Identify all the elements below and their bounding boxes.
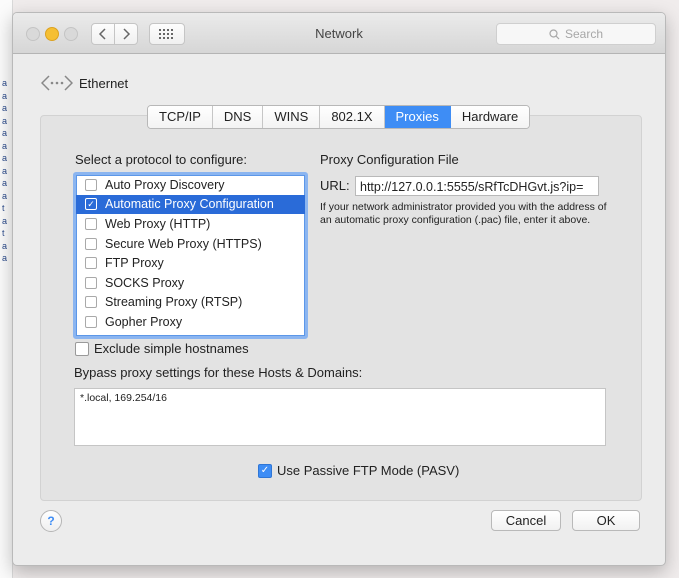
tab-hardware[interactable]: Hardware — [450, 106, 530, 128]
protocol-label: Auto Proxy Discovery — [105, 177, 225, 192]
protocol-checkbox[interactable]: ✓ — [85, 198, 97, 211]
protocol-checkbox[interactable] — [85, 217, 97, 230]
exclude-simple-checkbox[interactable] — [75, 341, 89, 356]
protocol-item[interactable]: Streaming Proxy (RTSP) — [76, 293, 305, 313]
desktop-fragment-text: a — [2, 240, 8, 251]
protocol-label: Automatic Proxy Configuration — [105, 197, 274, 212]
desktop-fragment-text: a — [2, 78, 8, 88]
titlebar: Network Search — [13, 13, 665, 54]
url-label: URL: — [320, 178, 350, 193]
protocol-item[interactable]: FTP Proxy — [76, 253, 305, 273]
desktop-fragment-text: a — [2, 215, 8, 226]
protocol-label: FTP Proxy — [105, 256, 164, 271]
network-preferences-window: Network Search Ethernet TCP/IP DNS WINS … — [12, 12, 666, 566]
search-input[interactable]: Search — [496, 23, 656, 45]
desktop-fragment-text: a — [2, 90, 8, 101]
tab-8021x[interactable]: 802.1X — [320, 106, 385, 128]
exclude-simple-label: Exclude simple hostnames — [94, 341, 249, 356]
protocol-item[interactable]: Secure Web Proxy (HTTPS) — [76, 234, 305, 254]
interface-header: Ethernet — [41, 74, 128, 92]
tab-bar: TCP/IP DNS WINS 802.1X Proxies Hardware — [147, 105, 531, 129]
protocol-checkbox[interactable] — [85, 276, 97, 289]
passive-ftp-row[interactable]: ✓ Use Passive FTP Mode (PASV) — [258, 463, 459, 478]
protocol-item[interactable]: Gopher Proxy — [76, 312, 305, 332]
url-field[interactable]: http://127.0.0.1:5555/sRfTcDHGvt.js?ip= — [355, 176, 599, 196]
tab-dns[interactable]: DNS — [212, 106, 264, 128]
exclude-simple-row[interactable]: Exclude simple hostnames — [75, 341, 249, 356]
tab-proxies[interactable]: Proxies — [384, 106, 451, 128]
desktop-fragment-text: a — [2, 165, 8, 176]
protocol-checkbox[interactable] — [85, 257, 97, 270]
desktop-fragment-text: a — [2, 103, 8, 113]
desktop-fragment-text: a — [2, 153, 8, 163]
desktop-fragment-text: a — [2, 178, 8, 188]
passive-ftp-checkbox[interactable]: ✓ — [258, 463, 272, 478]
protocol-label: Web Proxy (HTTP) — [105, 216, 211, 231]
bypass-hosts-field[interactable]: *.local, 169.254/16 — [74, 388, 606, 446]
desktop-fragment-text: a — [2, 128, 8, 138]
desktop-fragment-text: t — [2, 228, 5, 238]
pac-help-text: If your network administrator provided y… — [320, 201, 607, 226]
protocol-item[interactable]: Auto Proxy Discovery — [76, 175, 305, 195]
passive-ftp-label: Use Passive FTP Mode (PASV) — [277, 463, 460, 478]
protocol-label: SOCKS Proxy — [105, 275, 185, 290]
config-file-heading: Proxy Configuration File — [320, 152, 459, 167]
tab-wins[interactable]: WINS — [263, 106, 321, 128]
protocol-item[interactable]: ✓ Automatic Proxy Configuration — [76, 194, 305, 215]
protocol-checkbox[interactable] — [85, 237, 97, 250]
protocol-label: Streaming Proxy (RTSP) — [105, 295, 243, 310]
desktop-fragment-text: a — [2, 115, 8, 126]
cancel-button[interactable]: Cancel — [491, 510, 561, 531]
protocol-heading: Select a protocol to configure: — [75, 152, 247, 167]
protocol-label: Secure Web Proxy (HTTPS) — [105, 236, 262, 251]
search-icon — [549, 28, 560, 39]
desktop-fragment-text: a — [2, 190, 8, 201]
desktop-fragment-text: a — [2, 140, 8, 151]
protocol-item[interactable]: SOCKS Proxy — [76, 273, 305, 293]
protocol-checkbox[interactable] — [85, 315, 97, 328]
ok-button[interactable]: OK — [572, 510, 640, 531]
desktop-fragment-text: t — [2, 203, 5, 213]
interface-name: Ethernet — [79, 75, 129, 91]
search-placeholder: Search — [564, 27, 604, 41]
protocol-label: Gopher Proxy — [105, 314, 183, 329]
tab-tcpip[interactable]: TCP/IP — [148, 106, 213, 128]
bypass-heading: Bypass proxy settings for these Hosts & … — [74, 365, 363, 380]
protocol-checkbox[interactable] — [85, 296, 97, 309]
help-button[interactable]: ? — [40, 510, 62, 532]
protocol-item[interactable]: Web Proxy (HTTP) — [76, 214, 305, 234]
protocol-list[interactable]: Auto Proxy Discovery ✓ Automatic Proxy Con… — [73, 172, 308, 339]
desktop-fragment-text: a — [2, 253, 8, 263]
protocol-checkbox[interactable] — [85, 178, 97, 191]
ethernet-icon — [41, 75, 73, 91]
